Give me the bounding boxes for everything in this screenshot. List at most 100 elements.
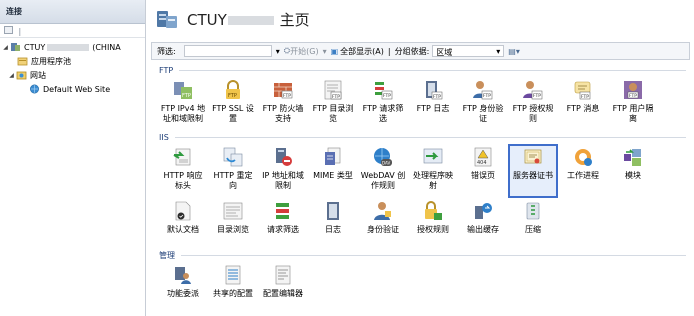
feature-modules[interactable]: 模块: [609, 145, 657, 197]
feature-ftp-directory[interactable]: FTP FTP 目录浏览: [309, 78, 357, 138]
feature-label: 授权规则: [417, 225, 449, 234]
feature-output-cache[interactable]: 输出缓存: [459, 199, 507, 243]
feature-ftp-message[interactable]: FTP FTP 消息: [559, 78, 607, 138]
group-by-label: 分组依据:: [394, 46, 430, 56]
collapse-icon[interactable]: ◢: [2, 44, 9, 51]
feature-label: FTP 请求筛选: [362, 104, 404, 123]
feature-label: 共享的配置: [213, 289, 253, 298]
certificate-icon: [524, 149, 542, 164]
feature-dir-browse[interactable]: 目录浏览: [209, 199, 257, 243]
feature-label: FTP 用户隔离: [612, 104, 654, 123]
auth-icon: [374, 202, 391, 220]
feature-ftp-user-isolation[interactable]: FTP FTP 用户隔离: [609, 78, 657, 138]
page-title: CTUY 主页: [147, 0, 694, 38]
feature-ftp-ssl[interactable]: FTP FTP SSL 设置: [209, 78, 257, 138]
svg-text:FTP: FTP: [182, 93, 191, 99]
svg-text:FTP: FTP: [483, 93, 491, 99]
feature-http-redirect[interactable]: HTTP 重定向: [209, 145, 257, 197]
ftp-auth-icon: FTP: [473, 81, 493, 100]
shared-config-icon: [225, 265, 241, 285]
ftp-grid: FTP FTP IPv4 地址和域限制 FTP FTP SSL 设置 FTP F…: [159, 78, 694, 138]
iis-grid-row1: HTTP 响应标头 HTTP 重定向 IP 地址和域限制 MIME 类型 DAV…: [159, 144, 694, 198]
section-title-text: FTP: [159, 66, 174, 75]
server-home-icon: [157, 11, 177, 28]
svg-text:DAV: DAV: [382, 161, 390, 166]
feature-http-headers[interactable]: HTTP 响应标头: [159, 145, 207, 197]
feature-certificate[interactable]: 服务器证书: [508, 144, 558, 198]
feature-authz[interactable]: 授权规则: [409, 199, 457, 243]
feature-label: HTTP 响应标头: [163, 171, 203, 190]
svg-text:FTP: FTP: [332, 94, 340, 100]
feature-webdav[interactable]: DAV WebDAV 创作规则: [359, 145, 407, 197]
iis-grid-row2: 默认文档 目录浏览 请求筛选 日志 身份验证 授权规则 输出缓存 压缩: [159, 199, 694, 243]
default-doc-icon: [175, 201, 191, 221]
show-all-icon[interactable]: ▣: [331, 47, 339, 56]
feature-label: FTP 授权规则: [512, 104, 554, 123]
authz-icon: [425, 201, 442, 220]
go-button[interactable]: 开始(G): [290, 46, 318, 57]
feature-handler[interactable]: 处理程序映射: [409, 145, 457, 197]
svg-text:FTP: FTP: [629, 93, 637, 99]
dropdown-arrow-icon[interactable]: ▾: [276, 47, 280, 56]
redacted-block: [47, 43, 90, 51]
tree-node-label: 网站: [30, 70, 46, 80]
feature-delegation[interactable]: 功能委派: [159, 263, 207, 307]
feature-ftp-firewall[interactable]: FTP FTP 防火墙支持: [259, 78, 307, 138]
ftp-firewall-icon: FTP: [274, 83, 293, 99]
filter-input[interactable]: [183, 45, 272, 57]
feature-error-page[interactable]: 404 错误页: [459, 145, 507, 197]
feature-label: 日志: [325, 225, 341, 234]
feature-ftp-ipv4[interactable]: FTP FTP IPv4 地址和域限制: [159, 78, 207, 138]
feature-ip-restrict[interactable]: IP 地址和域限制: [259, 145, 307, 197]
view-icon[interactable]: ▤▾: [508, 47, 520, 56]
tree-node-app-pools[interactable]: 应用程序池: [2, 54, 145, 68]
filter-label: 筛选:: [157, 46, 176, 56]
feature-label: HTTP 重定向: [213, 171, 253, 190]
feature-label: 错误页: [471, 171, 495, 180]
section-rule: [174, 137, 686, 138]
feature-ftp-auth[interactable]: FTP FTP 身份验证: [459, 78, 507, 138]
feature-label: FTP SSL 设置: [212, 104, 254, 123]
log-icon: [327, 202, 339, 220]
feature-compression[interactable]: 压缩: [509, 199, 557, 243]
feature-ftp-log[interactable]: FTP FTP 日志: [409, 78, 457, 138]
feature-ftp-authz[interactable]: FTP FTP 授权规则: [509, 78, 557, 138]
app-pool-icon: [17, 57, 28, 66]
tree-node-sites[interactable]: ◢ 网站: [2, 68, 145, 82]
group-by-select[interactable]: 区域 ▾: [432, 45, 505, 57]
ftp-ipv4-icon: FTP: [174, 82, 192, 99]
page-title-text: CTUY 主页: [187, 9, 310, 30]
sites-folder-icon: [16, 71, 27, 80]
collapse-icon[interactable]: ◢: [8, 72, 15, 79]
feature-label: FTP 目录浏览: [312, 104, 354, 123]
tree-node-server[interactable]: ◢ CTUY (CHINA: [2, 40, 145, 54]
feature-log[interactable]: 日志: [309, 199, 357, 243]
compression-icon: [526, 202, 540, 220]
show-all-button[interactable]: 全部显示(A): [340, 46, 384, 57]
feature-mime[interactable]: MIME 类型: [309, 145, 357, 197]
connections-toolbar: |: [0, 24, 145, 38]
features-view: CTUY 主页 筛选: ▾ ⛭ 开始(G) ▾ ▣ 全部显示(A) | 分组依据…: [147, 0, 694, 316]
feature-label: 模块: [625, 171, 641, 180]
feature-request-filter[interactable]: 请求筛选: [259, 199, 307, 243]
feature-auth[interactable]: 身份验证: [359, 199, 407, 243]
section-title-iis: IIS: [159, 132, 694, 143]
connect-icon[interactable]: [4, 26, 13, 34]
dropdown-arrow-icon[interactable]: ▾: [323, 47, 327, 56]
iis-manager-window: 连接 | ◢ CTUY (CHINA 应用程序池 ◢ 网站 Default We…: [0, 0, 694, 316]
svg-text:FTP: FTP: [433, 94, 441, 100]
worker-process-icon: [575, 149, 592, 166]
globe-icon: [30, 84, 39, 94]
feature-default-doc[interactable]: 默认文档: [159, 199, 207, 243]
http-headers-icon: [173, 148, 191, 166]
tree-node-default-site[interactable]: Default Web Site: [2, 82, 145, 96]
feature-label: FTP IPv4 地址和域限制: [160, 104, 206, 123]
ftp-message-icon: FTP: [574, 81, 591, 100]
feature-worker-process[interactable]: 工作进程: [559, 145, 607, 197]
section-title-text: IIS: [159, 133, 169, 142]
tree-node-label: 应用程序池: [31, 56, 71, 66]
feature-shared-config[interactable]: 共享的配置: [209, 263, 257, 307]
feature-ftp-request-filter[interactable]: FTP FTP 请求筛选: [359, 78, 407, 138]
section-rule: [179, 70, 686, 71]
feature-config-editor[interactable]: 配置编辑器: [259, 263, 307, 307]
